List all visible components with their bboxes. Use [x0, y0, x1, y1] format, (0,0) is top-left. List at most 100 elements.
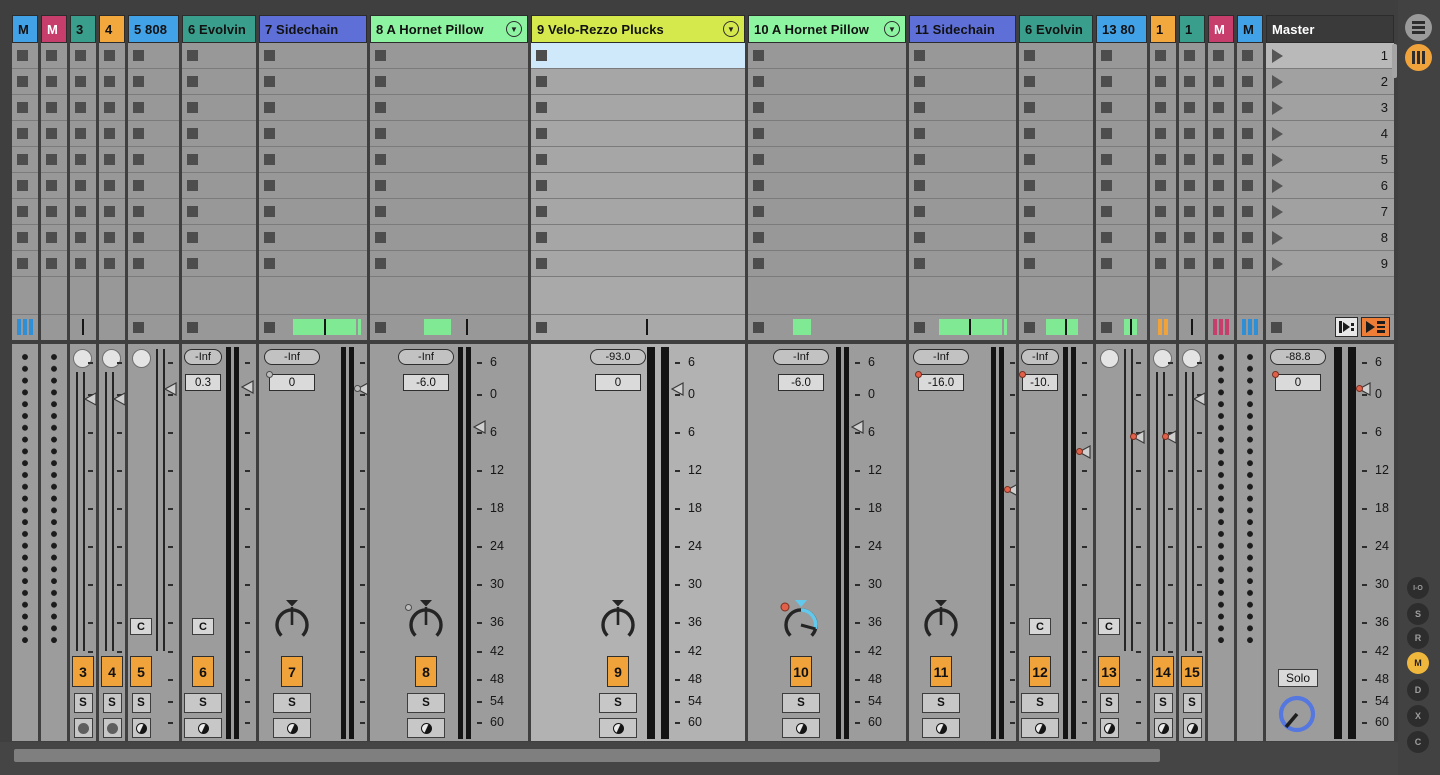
clip-slot[interactable] [70, 173, 96, 199]
clip-stop-button[interactable] [753, 232, 764, 243]
track-header[interactable]: M [12, 15, 38, 43]
solo-button[interactable]: S [273, 693, 311, 713]
clip-slot[interactable] [99, 95, 125, 121]
track-header[interactable]: M [1208, 15, 1234, 43]
clip-stop-button[interactable] [1213, 102, 1224, 113]
clip-stop-button[interactable] [46, 232, 57, 243]
clip-slot[interactable] [1208, 225, 1234, 251]
master-header[interactable]: Master [1266, 15, 1394, 43]
clip-slot[interactable] [370, 147, 528, 173]
stop-all-clips-button[interactable] [1361, 317, 1390, 337]
arm-button[interactable] [1154, 718, 1173, 738]
hamburger-menu-icon[interactable] [1405, 14, 1432, 41]
clip-slot[interactable] [41, 173, 67, 199]
clip-stop-button[interactable] [536, 232, 547, 243]
clip-stop-button[interactable] [1024, 180, 1035, 191]
arm-button[interactable] [922, 718, 960, 738]
pan-knob[interactable] [918, 598, 964, 644]
clip-slot[interactable] [182, 173, 256, 199]
clip-slot[interactable] [1150, 95, 1176, 121]
clip-stop-button[interactable] [1024, 206, 1035, 217]
clip-slot[interactable] [12, 43, 38, 69]
track-activator-button[interactable]: 3 [72, 656, 94, 687]
arm-button[interactable] [599, 718, 637, 738]
volume-field[interactable]: -10. [1022, 374, 1058, 391]
track-activator-button[interactable]: 14 [1152, 656, 1174, 687]
clip-slot[interactable] [1150, 225, 1176, 251]
clip-slot[interactable] [1237, 147, 1263, 173]
clip-stop-button[interactable] [375, 102, 386, 113]
clip-stop-button[interactable] [1101, 76, 1112, 87]
clip-slot[interactable] [1096, 199, 1147, 225]
solo-button[interactable]: S [74, 693, 93, 713]
clip-stop-button[interactable] [1155, 128, 1166, 139]
volume-field[interactable]: 0.3 [185, 374, 221, 391]
clip-slot[interactable] [531, 225, 745, 251]
clip-slot[interactable] [748, 225, 906, 251]
stop-all-clips-square[interactable] [1271, 322, 1282, 333]
clip-stop-button[interactable] [753, 154, 764, 165]
clip-stop-button[interactable] [75, 128, 86, 139]
clip-slot[interactable] [12, 95, 38, 121]
clip-slot[interactable] [41, 43, 67, 69]
clip-stop-all-button[interactable] [264, 322, 275, 333]
toggle-d[interactable]: D [1407, 679, 1429, 701]
clip-slot[interactable] [99, 173, 125, 199]
clip-slot[interactable] [99, 251, 125, 277]
clip-slot[interactable] [1237, 199, 1263, 225]
clip-slot[interactable] [41, 225, 67, 251]
clip-slot[interactable] [1237, 225, 1263, 251]
clip-slot[interactable] [909, 251, 1016, 277]
clip-stop-button[interactable] [1242, 154, 1253, 165]
pan-knob[interactable] [1100, 349, 1119, 368]
cue-volume-knob[interactable] [1274, 691, 1321, 738]
clip-slot[interactable] [70, 199, 96, 225]
clip-stop-button[interactable] [75, 180, 86, 191]
clip-stop-all-button[interactable] [914, 322, 925, 333]
clip-stop-button[interactable] [753, 206, 764, 217]
clip-stop-button[interactable] [133, 154, 144, 165]
clip-slot[interactable] [12, 147, 38, 173]
scene-play-icon[interactable] [1272, 257, 1283, 271]
clip-stop-button[interactable] [536, 102, 547, 113]
clip-slot[interactable] [128, 95, 179, 121]
clip-slot[interactable] [1237, 69, 1263, 95]
clip-stop-button[interactable] [264, 50, 275, 61]
pan-knob[interactable] [595, 598, 641, 644]
clip-slot[interactable] [259, 173, 367, 199]
clip-stop-button[interactable] [1213, 154, 1224, 165]
clip-slot[interactable] [370, 225, 528, 251]
clip-slot[interactable] [128, 69, 179, 95]
clip-stop-button[interactable] [753, 50, 764, 61]
track-header[interactable]: 6 Evolvin [1019, 15, 1093, 43]
clip-slot[interactable] [531, 95, 745, 121]
clip-stop-button[interactable] [187, 206, 198, 217]
clip-slot[interactable] [1179, 95, 1205, 121]
clip-slot[interactable] [1019, 251, 1093, 277]
solo-button[interactable]: S [782, 693, 820, 713]
clip-slot[interactable] [748, 95, 906, 121]
pan-knob[interactable] [269, 598, 315, 644]
solo-button[interactable]: S [1100, 693, 1119, 713]
track-header[interactable]: 6 Evolvin [182, 15, 256, 43]
clip-stop-button[interactable] [264, 76, 275, 87]
clip-stop-button[interactable] [375, 258, 386, 269]
clip-slot[interactable] [1237, 173, 1263, 199]
clip-stop-button[interactable] [1242, 76, 1253, 87]
clip-slot[interactable] [909, 147, 1016, 173]
clip-stop-button[interactable] [75, 102, 86, 113]
arm-button[interactable] [1183, 718, 1202, 738]
clip-stop-button[interactable] [536, 154, 547, 165]
clip-slot[interactable] [1208, 251, 1234, 277]
clip-stop-button[interactable] [1184, 50, 1195, 61]
clip-stop-button[interactable] [1242, 102, 1253, 113]
clip-slot[interactable] [370, 251, 528, 277]
clip-stop-button[interactable] [75, 50, 86, 61]
clip-stop-button[interactable] [187, 180, 198, 191]
clip-stop-button[interactable] [536, 206, 547, 217]
clip-stop-button[interactable] [375, 232, 386, 243]
clip-slot[interactable] [1019, 147, 1093, 173]
clip-slot[interactable] [1096, 121, 1147, 147]
clip-slot[interactable] [182, 147, 256, 173]
track-header[interactable]: 10 A Hornet Pillow▼ [748, 15, 906, 43]
